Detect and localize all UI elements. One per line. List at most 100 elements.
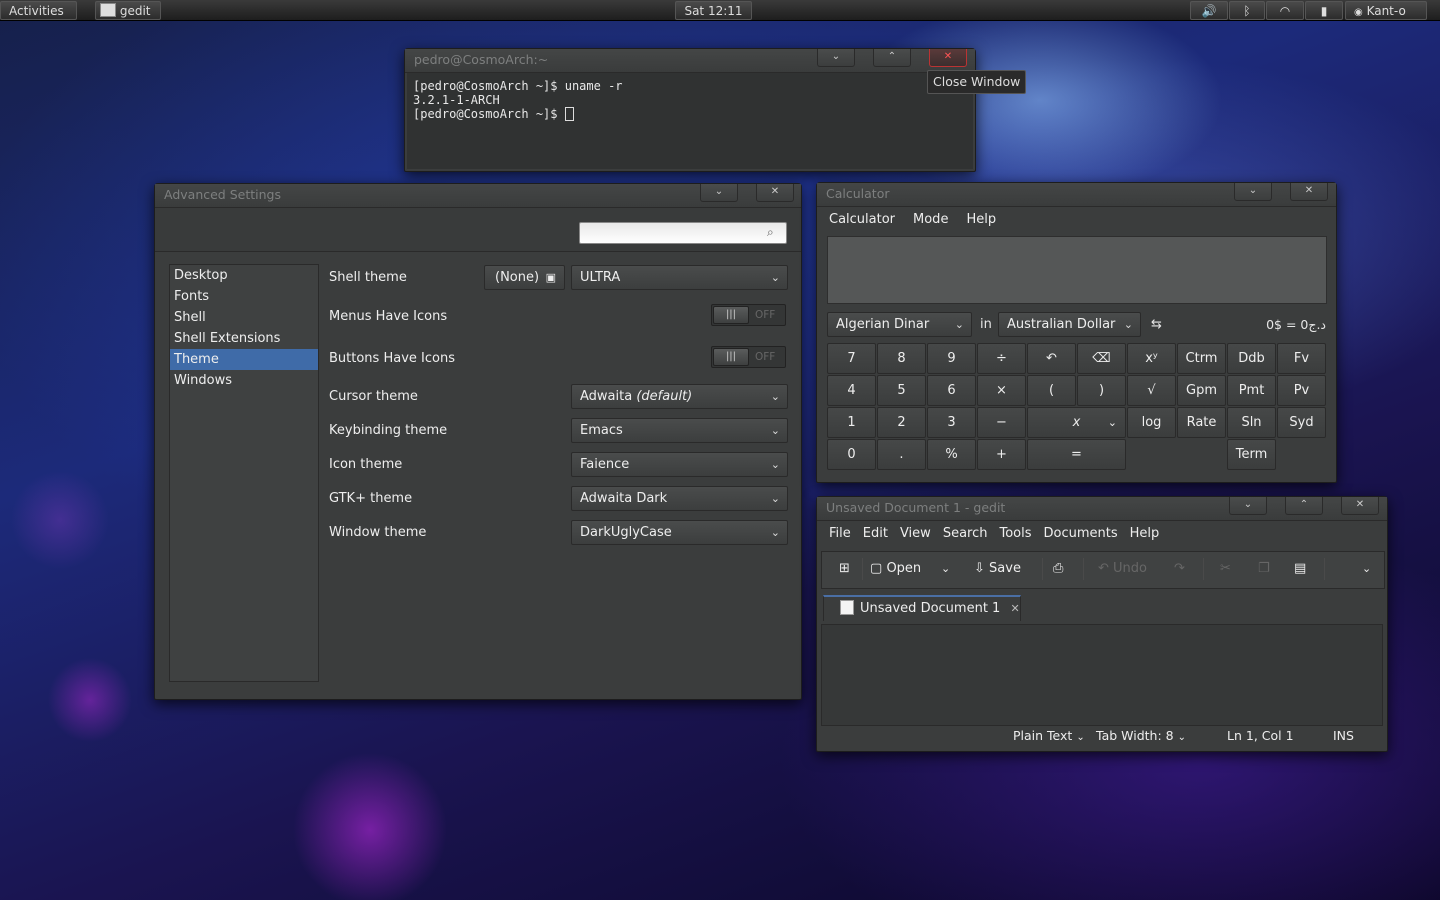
settings-titlebar[interactable]: Advanced Settings ⌄ ✕ bbox=[155, 184, 801, 208]
cut-icon[interactable]: ✂ bbox=[1220, 552, 1231, 586]
toolbar-overflow-dropdown[interactable]: ⌄ bbox=[1362, 552, 1371, 586]
calc-key[interactable]: 6 bbox=[927, 375, 976, 406]
minimize-button[interactable]: ⌄ bbox=[1234, 183, 1272, 201]
search-icon[interactable]: ⌕ bbox=[767, 225, 774, 240]
calc-key[interactable]: Term bbox=[1227, 439, 1276, 470]
calc-key[interactable]: Fv bbox=[1277, 343, 1326, 374]
cursor-theme-dropdown[interactable]: Adwaita (default) ⌄ bbox=[571, 384, 788, 409]
tab-unsaved-document-1[interactable]: Unsaved Document 1 ✕ bbox=[823, 595, 1021, 621]
to-currency-dropdown[interactable]: Australian Dollar ⌄ bbox=[998, 312, 1141, 337]
terminal-output[interactable]: [pedro@CosmoArch ~]$ uname -r 3.2.1-1-ARC… bbox=[407, 73, 973, 169]
menu-documents[interactable]: Documents bbox=[1044, 521, 1118, 547]
calc-key[interactable]: x ⌄ bbox=[1027, 407, 1126, 438]
save-button[interactable]: ⇩ Save bbox=[974, 552, 1021, 586]
menu-search[interactable]: Search bbox=[943, 521, 988, 547]
gedit-titlebar[interactable]: Unsaved Document 1 - gedit ⌄ ⌃ ✕ bbox=[817, 497, 1387, 521]
gtk-theme-dropdown[interactable]: Adwaita Dark ⌄ bbox=[571, 486, 788, 511]
calc-key[interactable]: Syd bbox=[1277, 407, 1326, 438]
calc-key[interactable]: 9 bbox=[927, 343, 976, 374]
calculator-display[interactable] bbox=[827, 236, 1327, 304]
close-tab-icon[interactable]: ✕ bbox=[1010, 602, 1019, 615]
calc-key[interactable]: ) bbox=[1077, 375, 1126, 406]
close-button[interactable]: ✕ bbox=[1341, 497, 1379, 515]
bluetooth-icon[interactable]: ᛒ bbox=[1229, 1, 1265, 20]
print-icon[interactable]: ⎙ bbox=[1053, 552, 1063, 586]
menu-tools[interactable]: Tools bbox=[999, 521, 1031, 547]
app-menu-button[interactable]: gedit bbox=[95, 1, 161, 20]
gedit-text-area[interactable] bbox=[821, 624, 1383, 726]
shell-theme-none-button[interactable]: (None) ▣ bbox=[484, 265, 565, 290]
sidebar-item-theme[interactable]: Theme bbox=[170, 349, 318, 370]
calc-key[interactable]: log bbox=[1127, 407, 1176, 438]
close-button[interactable]: ✕ bbox=[1290, 183, 1328, 201]
calc-key[interactable]: % bbox=[927, 439, 976, 470]
calc-key[interactable]: 2 bbox=[877, 407, 926, 438]
calc-key[interactable]: Pmt bbox=[1227, 375, 1276, 406]
menu-calculator[interactable]: Calculator bbox=[829, 207, 895, 233]
user-menu-button[interactable]: ◉ Kant-o bbox=[1345, 1, 1427, 20]
calc-key[interactable]: − bbox=[977, 407, 1026, 438]
menu-help[interactable]: Help bbox=[966, 207, 996, 233]
copy-icon[interactable]: ❐ bbox=[1258, 552, 1270, 586]
calc-key[interactable]: . bbox=[877, 439, 926, 470]
calc-key[interactable]: √ bbox=[1127, 375, 1176, 406]
menu-view[interactable]: View bbox=[900, 521, 931, 547]
paste-icon[interactable]: ▤ bbox=[1294, 552, 1306, 586]
shell-theme-dropdown[interactable]: ULTRA ⌄ bbox=[571, 265, 788, 290]
language-selector[interactable]: Plain Text ⌄ bbox=[1013, 725, 1085, 747]
calc-key[interactable]: 1 bbox=[827, 407, 876, 438]
menu-file[interactable]: File bbox=[829, 521, 851, 547]
maximize-button[interactable]: ⌃ bbox=[873, 49, 911, 67]
open-recent-dropdown[interactable]: ⌄ bbox=[941, 552, 950, 586]
menu-edit[interactable]: Edit bbox=[863, 521, 888, 547]
calc-key[interactable]: + bbox=[977, 439, 1026, 470]
minimize-button[interactable]: ⌄ bbox=[1229, 497, 1267, 515]
window-theme-dropdown[interactable]: DarkUglyCase ⌄ bbox=[571, 520, 788, 545]
swap-currency-icon[interactable]: ⇆ bbox=[1151, 312, 1162, 337]
sidebar-item-windows[interactable]: Windows bbox=[170, 370, 318, 391]
from-currency-dropdown[interactable]: Algerian Dinar ⌄ bbox=[827, 312, 972, 337]
calc-key[interactable]: Ddb bbox=[1227, 343, 1276, 374]
maximize-button[interactable]: ⌃ bbox=[1285, 497, 1323, 515]
calc-key[interactable]: Pv bbox=[1277, 375, 1326, 406]
calc-key[interactable]: 0 bbox=[827, 439, 876, 470]
calculator-titlebar[interactable]: Calculator ⌄ ✕ bbox=[817, 183, 1336, 207]
keybinding-theme-dropdown[interactable]: Emacs ⌄ bbox=[571, 418, 788, 443]
battery-icon[interactable]: ▮ bbox=[1305, 1, 1343, 20]
calc-key[interactable]: ↶ bbox=[1027, 343, 1076, 374]
minimize-button[interactable]: ⌄ bbox=[817, 49, 855, 67]
sidebar-item-desktop[interactable]: Desktop bbox=[170, 265, 318, 286]
wifi-icon[interactable]: ◠ bbox=[1266, 1, 1304, 20]
calc-key[interactable]: × bbox=[977, 375, 1026, 406]
sidebar-item-fonts[interactable]: Fonts bbox=[170, 286, 318, 307]
clock-button[interactable]: Sat 12:11 bbox=[675, 1, 752, 20]
calc-key[interactable]: xʸ bbox=[1127, 343, 1176, 374]
calc-key[interactable]: Gpm bbox=[1177, 375, 1226, 406]
activities-button[interactable]: Activities bbox=[0, 1, 77, 20]
menu-help[interactable]: Help bbox=[1130, 521, 1160, 547]
calc-key[interactable]: = bbox=[1027, 439, 1126, 470]
calc-key[interactable]: Rate bbox=[1177, 407, 1226, 438]
undo-button[interactable]: ↶ Undo bbox=[1098, 552, 1147, 586]
new-document-icon[interactable]: ⊞ bbox=[839, 552, 850, 586]
calc-key[interactable]: ⌫ bbox=[1077, 343, 1126, 374]
calc-key[interactable]: 8 bbox=[877, 343, 926, 374]
calc-key[interactable]: 5 bbox=[877, 375, 926, 406]
sidebar-item-shell[interactable]: Shell bbox=[170, 307, 318, 328]
close-button[interactable]: ✕ bbox=[756, 184, 794, 202]
redo-icon[interactable]: ↷ bbox=[1174, 552, 1185, 586]
calc-key[interactable]: 4 bbox=[827, 375, 876, 406]
icon-theme-dropdown[interactable]: Faience ⌄ bbox=[571, 452, 788, 477]
minimize-button[interactable]: ⌄ bbox=[700, 184, 738, 202]
sidebar-item-shell-extensions[interactable]: Shell Extensions bbox=[170, 328, 318, 349]
volume-icon[interactable]: 🔊 bbox=[1190, 1, 1228, 20]
menu-mode[interactable]: Mode bbox=[913, 207, 948, 233]
calc-key[interactable]: ( bbox=[1027, 375, 1076, 406]
terminal-titlebar[interactable]: pedro@CosmoArch:~ ⌄ ⌃ ✕ bbox=[405, 49, 975, 73]
buttons-icons-switch[interactable]: ||| OFF bbox=[711, 346, 786, 368]
close-button[interactable]: ✕ bbox=[929, 49, 967, 67]
calc-key[interactable]: 3 bbox=[927, 407, 976, 438]
calc-key[interactable]: Sln bbox=[1227, 407, 1276, 438]
menus-icons-switch[interactable]: ||| OFF bbox=[711, 304, 786, 326]
calc-key[interactable]: Ctrm bbox=[1177, 343, 1226, 374]
